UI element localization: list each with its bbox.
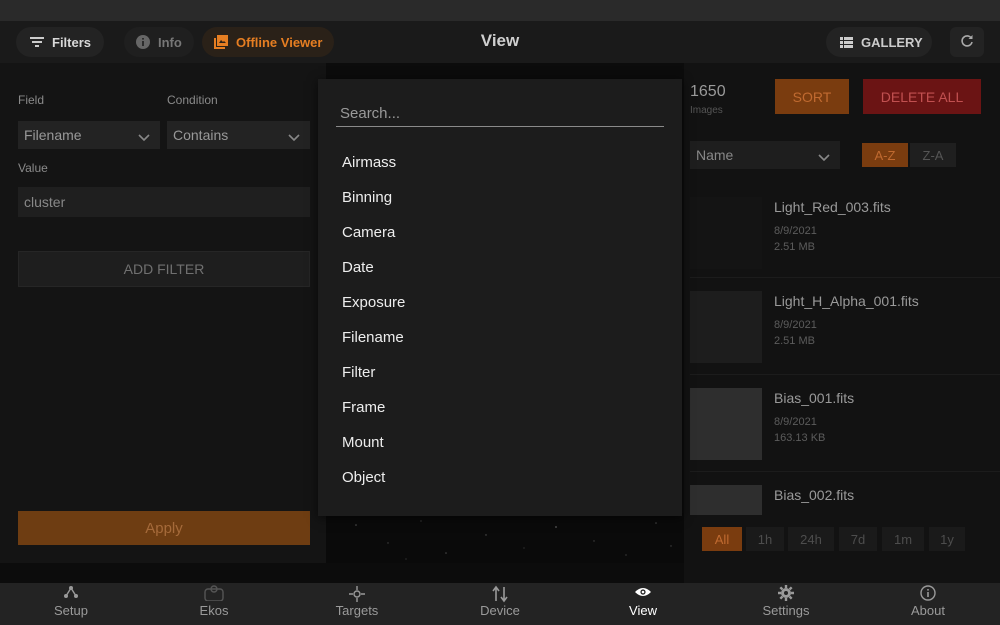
gallery-panel: 1650 Images SORT DELETE ALL Name A-Z Z-A… (684, 63, 1000, 583)
status-bar (0, 0, 1000, 21)
field-label: Field (18, 93, 45, 107)
setup-icon (63, 585, 79, 604)
condition-select-value: Contains (173, 127, 229, 143)
menu-item-camera[interactable]: Camera (342, 224, 395, 241)
divider (690, 471, 1000, 472)
field-picker-dialog: Airmass Binning Camera Date Exposure Fil… (318, 79, 682, 516)
time-filter-1m[interactable]: 1m (882, 527, 924, 551)
menu-item-mount[interactable]: Mount (342, 434, 384, 451)
gallery-item[interactable]: Bias_001.fits 8/9/2021 163.13 KB (684, 388, 1000, 468)
thumbnail (690, 388, 762, 460)
gallery-label: GALLERY (861, 34, 923, 50)
gallery-button[interactable]: GALLERY (826, 27, 932, 57)
chevron-down-icon (818, 149, 830, 165)
offline-viewer-label: Offline Viewer (236, 34, 323, 50)
refresh-icon (960, 34, 974, 51)
menu-item-airmass[interactable]: Airmass (342, 154, 396, 171)
preview-image (326, 513, 684, 563)
menu-item-object[interactable]: Object (342, 469, 385, 486)
chevron-down-icon (138, 129, 150, 145)
field-select-value: Filename (24, 127, 82, 143)
info-icon (136, 35, 150, 49)
thumbnail (690, 197, 762, 269)
file-name: Light_Red_003.fits (774, 199, 891, 215)
menu-item-frame[interactable]: Frame (342, 399, 385, 416)
sort-field-select[interactable]: Name (690, 141, 840, 169)
image-count: 1650 (690, 83, 726, 100)
nav-label: Device (480, 603, 520, 618)
nav-targets[interactable]: Targets (307, 583, 407, 625)
file-size: 2.51 MB (774, 241, 815, 253)
file-name: Light_H_Alpha_001.fits (774, 293, 919, 309)
nav-label: Settings (762, 603, 810, 618)
eye-icon (634, 585, 652, 603)
time-filter-all[interactable]: All (702, 527, 742, 551)
file-date: 8/9/2021 (774, 319, 817, 331)
info-label: Info (158, 34, 182, 50)
nav-label: About (911, 603, 945, 618)
gallery-item[interactable]: Light_H_Alpha_001.fits 8/9/2021 2.51 MB (684, 291, 1000, 371)
info-button[interactable]: Info (124, 27, 194, 57)
time-filter-7d[interactable]: 7d (839, 527, 877, 551)
sort-za-button[interactable]: Z-A (910, 143, 956, 167)
menu-item-filename[interactable]: Filename (342, 329, 404, 346)
sort-field-value: Name (696, 147, 734, 163)
file-size: 2.51 MB (774, 335, 815, 347)
nav-label: Ekos (199, 603, 229, 618)
filter-panel: Field Condition Filename Contains Value … (0, 63, 326, 563)
divider (690, 277, 1000, 278)
chevron-down-icon (288, 129, 300, 145)
file-name: Bias_001.fits (774, 390, 855, 406)
apply-button[interactable]: Apply (18, 511, 310, 545)
nav-ekos[interactable]: Ekos (164, 583, 264, 625)
value-label: Value (18, 161, 48, 175)
nav-about[interactable]: About (878, 583, 978, 625)
image-stack-icon (214, 35, 228, 49)
thumbnail (690, 485, 762, 515)
divider (690, 374, 1000, 375)
file-name: Bias_002.fits (774, 487, 855, 503)
time-filter-24h[interactable]: 24h (788, 527, 834, 551)
time-filter-1h[interactable]: 1h (746, 527, 784, 551)
nav-label: Setup (54, 603, 88, 618)
delete-all-button[interactable]: DELETE ALL (863, 79, 981, 114)
file-size: 163.13 KB (774, 432, 826, 444)
sort-button[interactable]: SORT (775, 79, 849, 114)
file-date: 8/9/2021 (774, 416, 817, 428)
nav-label: Targets (335, 603, 379, 618)
add-filter-button[interactable]: ADD FILTER (18, 251, 310, 287)
menu-item-date[interactable]: Date (342, 259, 374, 276)
nav-label: View (629, 603, 657, 618)
refresh-button[interactable] (950, 27, 984, 57)
file-date: 8/9/2021 (774, 225, 817, 237)
list-icon (840, 36, 853, 48)
search-input[interactable] (336, 101, 664, 127)
nav-settings[interactable]: Settings (736, 583, 836, 625)
menu-item-exposure[interactable]: Exposure (342, 294, 405, 311)
nav-device[interactable]: Device (450, 583, 550, 625)
filters-button[interactable]: Filters (16, 27, 104, 57)
time-filter-1y[interactable]: 1y (929, 527, 965, 551)
sort-az-button[interactable]: A-Z (862, 143, 908, 167)
top-bar: Filters Info Offline Viewer GALLERY (0, 21, 1000, 63)
menu-item-binning[interactable]: Binning (342, 189, 392, 206)
image-count-label: Images (690, 105, 723, 116)
menu-item-filter[interactable]: Filter (342, 364, 375, 381)
gallery-item[interactable]: Bias_002.fits (684, 485, 1000, 515)
offline-viewer-button[interactable]: Offline Viewer (202, 27, 334, 57)
filter-icon (30, 36, 44, 48)
bottom-nav: Setup Ekos Targets Device View Settings (0, 583, 1000, 625)
field-select[interactable]: Filename (18, 121, 160, 149)
condition-label: Condition (167, 93, 218, 107)
thumbnail (690, 291, 762, 363)
nav-setup[interactable]: Setup (21, 583, 121, 625)
value-input[interactable]: cluster (18, 187, 310, 217)
condition-select[interactable]: Contains (167, 121, 310, 149)
gallery-item[interactable]: Light_Red_003.fits 8/9/2021 2.51 MB (684, 197, 1000, 277)
nav-view[interactable]: View (593, 583, 693, 625)
filters-label: Filters (52, 34, 92, 50)
